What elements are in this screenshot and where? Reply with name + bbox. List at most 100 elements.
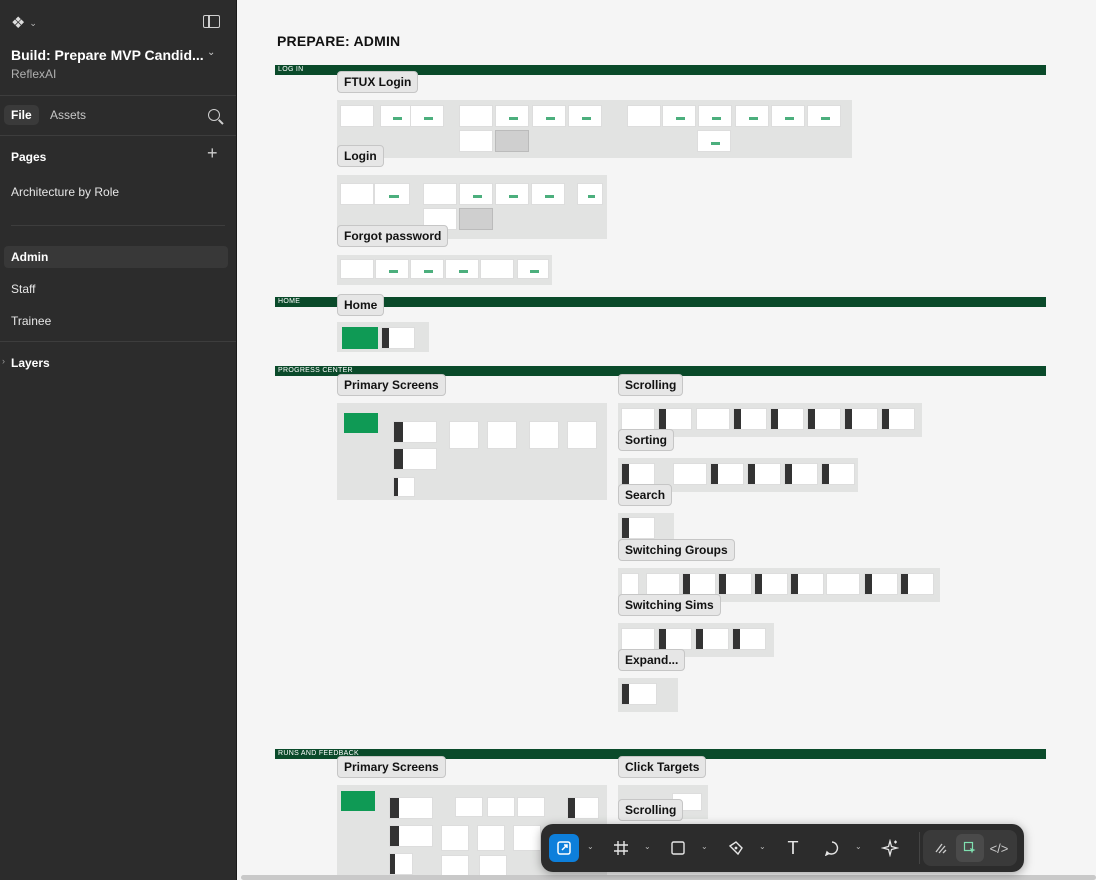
design-canvas[interactable]: PREPARE: ADMIN LOG IN FTUX Login Login F… <box>237 0 1096 880</box>
screen-thumbnail[interactable] <box>697 130 731 152</box>
screen-thumbnail[interactable] <box>410 259 444 279</box>
screen-thumbnail[interactable] <box>449 421 479 449</box>
screen-thumbnail[interactable] <box>621 408 655 430</box>
screen-thumbnail[interactable] <box>344 413 378 433</box>
screen-thumbnail[interactable] <box>733 408 767 430</box>
screen-thumbnail[interactable] <box>673 463 707 485</box>
screen-thumbnail[interactable] <box>495 130 529 152</box>
screen-thumbnail[interactable] <box>662 105 696 127</box>
label-login[interactable]: Login <box>337 145 384 167</box>
frame-group-ftux-login[interactable] <box>337 100 852 158</box>
screen-thumbnail[interactable] <box>459 130 493 152</box>
chevron-down-icon[interactable]: ⌄ <box>855 842 862 851</box>
horizontal-scrollbar[interactable] <box>241 875 1096 880</box>
screen-thumbnail[interactable] <box>732 628 766 650</box>
screen-thumbnail[interactable] <box>821 463 855 485</box>
main-menu-button[interactable]: ❖ ⌄ <box>11 13 37 33</box>
screen-thumbnail[interactable] <box>770 408 804 430</box>
layers-heading[interactable]: Layers <box>11 356 50 370</box>
screen-thumbnail[interactable] <box>517 259 549 279</box>
screen-thumbnail[interactable] <box>807 408 841 430</box>
label-home[interactable]: Home <box>337 294 385 316</box>
draw-mode-button[interactable] <box>927 834 955 862</box>
frame-group-forgot-password[interactable] <box>337 255 552 285</box>
frame-group-home[interactable] <box>337 322 429 352</box>
screen-thumbnail[interactable] <box>477 825 505 851</box>
toggle-sidebar-icon[interactable] <box>203 15 220 28</box>
screen-thumbnail[interactable] <box>340 259 374 279</box>
screen-thumbnail[interactable] <box>342 327 378 349</box>
screen-thumbnail[interactable] <box>658 408 692 430</box>
label-ftux-login[interactable]: FTUX Login <box>337 71 419 93</box>
page-item-admin[interactable]: Admin <box>4 246 228 268</box>
screen-thumbnail[interactable] <box>389 797 433 819</box>
add-page-icon[interactable]: + <box>207 144 218 162</box>
screen-thumbnail[interactable] <box>513 825 541 851</box>
frame-group-expand[interactable] <box>618 678 678 712</box>
screen-thumbnail[interactable] <box>517 797 545 817</box>
screen-thumbnail[interactable] <box>621 628 655 650</box>
screen-thumbnail[interactable] <box>682 573 716 595</box>
tab-file[interactable]: File <box>4 105 39 125</box>
screen-thumbnail[interactable] <box>698 105 732 127</box>
screen-thumbnail[interactable] <box>621 573 639 595</box>
screen-thumbnail[interactable] <box>658 628 692 650</box>
screen-thumbnail[interactable] <box>567 421 597 449</box>
label-expand[interactable]: Expand... <box>618 649 686 671</box>
screen-thumbnail[interactable] <box>423 183 457 205</box>
screen-thumbnail[interactable] <box>455 797 483 817</box>
label-primary-screens[interactable]: Primary Screens <box>337 374 446 396</box>
label-click-targets[interactable]: Click Targets <box>618 756 707 778</box>
screen-thumbnail[interactable] <box>340 105 374 127</box>
shape-tool-button[interactable] <box>663 834 693 862</box>
screen-thumbnail[interactable] <box>487 797 515 817</box>
tab-assets[interactable]: Assets <box>50 108 86 122</box>
label-switching-groups[interactable]: Switching Groups <box>618 539 735 561</box>
actions-tool-button[interactable] <box>875 834 905 862</box>
screen-thumbnail[interactable] <box>531 183 565 205</box>
screen-thumbnail[interactable] <box>459 208 493 230</box>
screen-thumbnail[interactable] <box>754 573 788 595</box>
screen-thumbnail[interactable] <box>900 573 934 595</box>
label-search[interactable]: Search <box>618 484 673 506</box>
frame-tool-button[interactable] <box>606 834 636 862</box>
design-mode-button[interactable] <box>956 834 984 862</box>
label-scrolling-runs[interactable]: Scrolling <box>618 799 684 821</box>
screen-thumbnail[interactable] <box>480 259 514 279</box>
screen-thumbnail[interactable] <box>375 259 409 279</box>
label-primary-screens-runs[interactable]: Primary Screens <box>337 756 446 778</box>
screen-thumbnail[interactable] <box>864 573 898 595</box>
screen-thumbnail[interactable] <box>341 791 375 811</box>
move-tool-button[interactable] <box>549 834 579 862</box>
screen-thumbnail[interactable] <box>627 105 661 127</box>
screen-thumbnail[interactable] <box>459 183 493 205</box>
label-scrolling[interactable]: Scrolling <box>618 374 684 396</box>
screen-thumbnail[interactable] <box>445 259 479 279</box>
label-forgot-password[interactable]: Forgot password <box>337 225 449 247</box>
screen-thumbnail[interactable] <box>844 408 878 430</box>
screen-thumbnail[interactable] <box>393 477 415 497</box>
screen-thumbnail[interactable] <box>381 327 415 349</box>
text-tool-button[interactable]: T <box>778 834 808 862</box>
screen-thumbnail[interactable] <box>529 421 559 449</box>
screen-thumbnail[interactable] <box>495 183 529 205</box>
screen-thumbnail[interactable] <box>389 853 413 875</box>
screen-thumbnail[interactable] <box>479 855 507 877</box>
page-item-architecture-by-role[interactable]: Architecture by Role <box>4 181 228 203</box>
label-switching-sims[interactable]: Switching Sims <box>618 594 721 616</box>
screen-thumbnail[interactable] <box>807 105 841 127</box>
screen-thumbnail[interactable] <box>441 855 469 877</box>
screen-thumbnail[interactable] <box>771 105 805 127</box>
screen-thumbnail[interactable] <box>495 105 529 127</box>
file-name[interactable]: Build: Prepare MVP Candid... <box>11 47 204 63</box>
frame-group-primary-screens[interactable] <box>337 403 607 500</box>
screen-thumbnail[interactable] <box>410 105 444 127</box>
chevron-right-icon[interactable]: › <box>2 356 5 366</box>
search-icon[interactable] <box>208 109 220 121</box>
screen-thumbnail[interactable] <box>696 408 730 430</box>
section-bar-home[interactable]: HOME <box>275 297 1046 307</box>
screen-thumbnail[interactable] <box>826 573 860 595</box>
screen-thumbnail[interactable] <box>459 105 493 127</box>
screen-thumbnail[interactable] <box>567 797 599 819</box>
screen-thumbnail[interactable] <box>393 421 437 443</box>
